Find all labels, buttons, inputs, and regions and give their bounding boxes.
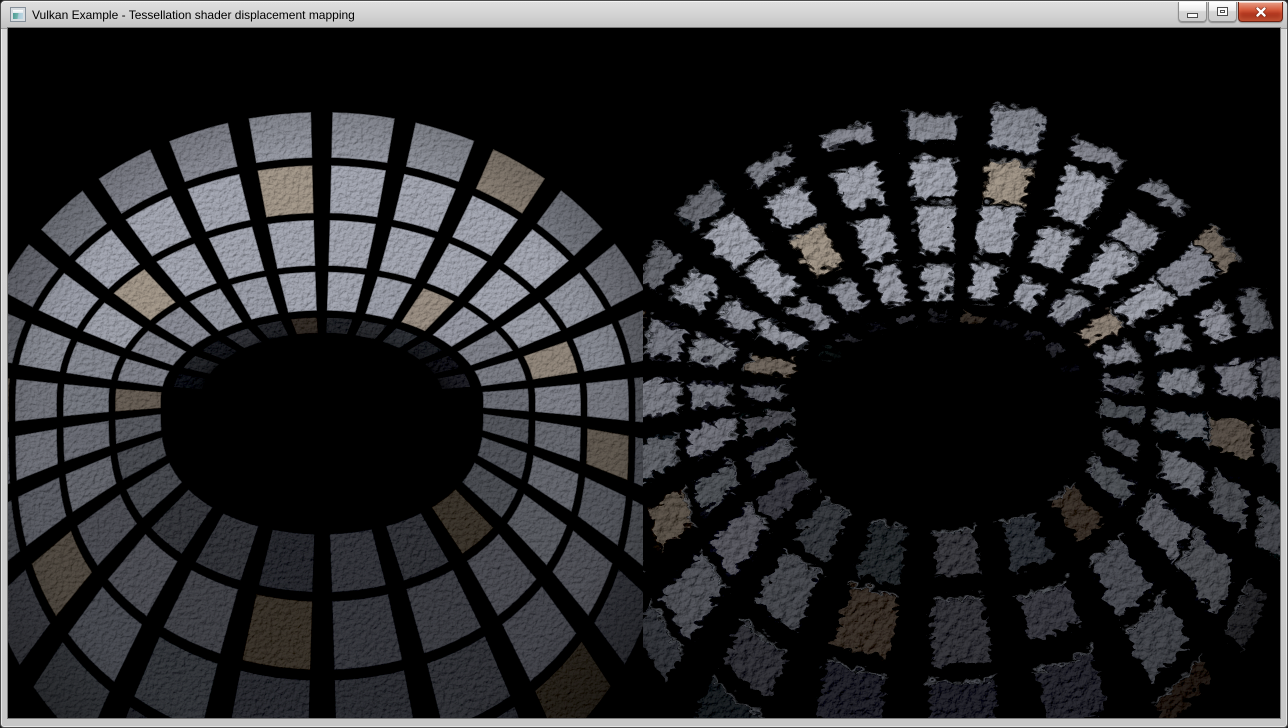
torus-right-displacement-mapped[interactable] xyxy=(596,28,1280,718)
render-area[interactable] xyxy=(8,28,1280,718)
maximize-icon xyxy=(1217,7,1228,16)
maximize-button[interactable] xyxy=(1208,2,1237,22)
window-controls xyxy=(1177,2,1283,22)
application-icon[interactable] xyxy=(10,7,26,22)
torus-left-flat-shaded[interactable] xyxy=(8,28,671,718)
window-title: Vulkan Example - Tessellation shader dis… xyxy=(32,8,355,22)
vulkan-render-viewport[interactable] xyxy=(8,28,1280,718)
title-bar[interactable]: Vulkan Example - Tessellation shader dis… xyxy=(1,1,1287,29)
vulkan-example-window: Vulkan Example - Tessellation shader dis… xyxy=(0,0,1288,728)
minimize-button[interactable] xyxy=(1178,2,1207,22)
minimize-icon xyxy=(1187,13,1198,18)
close-button[interactable] xyxy=(1238,2,1283,22)
application-icon-body xyxy=(13,13,23,19)
close-icon xyxy=(1255,7,1267,17)
